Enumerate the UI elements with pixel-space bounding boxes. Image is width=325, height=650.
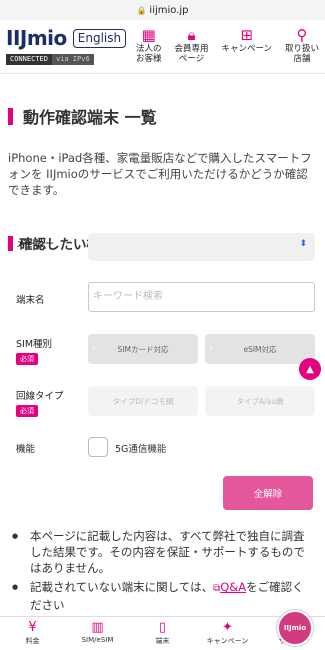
sim-label: SIM種別 [16, 339, 53, 350]
page-top-icon[interactable]: ▲ [299, 358, 321, 380]
5g-label[interactable]: 5G通信機能 [115, 441, 166, 455]
sim-card-option[interactable]: › SIMカード対応 [88, 334, 198, 364]
brand: IIJmio English CONNECTED via IPv6 [6, 26, 127, 65]
type-a-option[interactable]: › タイプA/au網 [205, 386, 315, 416]
intro-text: iPhone・iPad各種、家電量販店などで購入したスマートフォンを IIJmi… [8, 151, 312, 197]
maker-select[interactable]: ⬍ [88, 233, 315, 261]
english-button[interactable]: English [72, 28, 127, 48]
header-nav: ▦ 法人の お客様 🔒︎ 会員専用 ページ ⊞ キャンペーン ⚲ 取り扱い 店舗 [126, 26, 319, 64]
note-item: 本ページに記載した内容は、すべて弊社で独自に調査した結果です。その内容を保証・サ… [12, 528, 315, 576]
nav-corporate[interactable]: ▦ 法人の お客様 [136, 26, 162, 64]
bottom-nav-price[interactable]: ¥ 料金 [8, 620, 58, 646]
yen-icon: ¥ [28, 620, 37, 635]
notes-list: 本ページに記載した内容は、すべて弊社で独自に調査した結果です。その内容を保証・サ… [12, 528, 315, 616]
bottom-nav-device[interactable]: ▯ 端末 [138, 620, 188, 646]
esim-option[interactable]: › eSIM対応 [205, 334, 315, 364]
title-accent-bar [8, 107, 13, 125]
required-badge: 必須 [16, 405, 38, 417]
sparkle-icon: ✦ [222, 620, 233, 635]
chevron-right-icon: › [92, 396, 96, 406]
device-label: 端末名 [16, 295, 45, 306]
required-badge: 必須 [16, 353, 38, 365]
bottom-nav-campaign[interactable]: ✦ キャンペーン [203, 620, 253, 646]
select-chevron-icon: ⬍ [299, 239, 307, 249]
iijmio-logo[interactable]: IIJmio [6, 26, 67, 50]
lock-icon: 🔒 [136, 5, 147, 15]
sim-icon: ▥ [91, 620, 104, 635]
bottom-nav-sim[interactable]: ▥ SIM/eSIM [73, 620, 123, 644]
maker-label: メーカー [16, 239, 55, 250]
nav-member[interactable]: 🔒︎ 会員専用 ページ [174, 26, 208, 64]
type-d-option[interactable]: › タイプD/ドコモ網 [88, 386, 198, 416]
chevron-right-icon: › [209, 344, 213, 354]
nav-campaign[interactable]: ⊞ キャンペーン [221, 26, 272, 64]
phone-icon: ▯ [158, 620, 167, 635]
device-search-input[interactable]: キーワード検索 [88, 282, 315, 312]
map-pin-icon: ⚲ [296, 26, 308, 44]
line-type-label: 回線タイプ [16, 391, 64, 402]
note-item: 記載されていない端末に関しては、⧉Q&Aをご確認ください [12, 579, 315, 613]
site-header: IIJmio English CONNECTED via IPv6 ▦ 法人の … [0, 20, 325, 74]
browser-url-bar[interactable]: 🔒 iijmio.jp [0, 0, 325, 20]
main-content: 動作確認端末 一覧 iPhone・iPad各種、家電量販店などで購入したスマート… [0, 104, 325, 253]
section-accent-bar [8, 235, 13, 251]
ipv6-badge: CONNECTED via IPv6 [6, 54, 126, 65]
url-text: iijmio.jp [149, 4, 189, 16]
page-title: 動作確認端末 一覧 [8, 104, 317, 128]
chevron-right-icon: › [209, 396, 213, 406]
bottom-nav: ¥ 料金 ▥ SIM/eSIM ▯ 端末 ✦ キャンペーン ☊ サポート [0, 616, 325, 650]
building-icon: ▦ [141, 26, 156, 44]
chevron-right-icon: › [92, 344, 96, 354]
lock-icon: 🔒︎ [187, 26, 196, 44]
nav-stores[interactable]: ⚲ 取り扱い 店舗 [285, 26, 319, 64]
5g-checkbox[interactable] [88, 437, 108, 457]
qa-link[interactable]: Q&A [220, 580, 246, 594]
gift-icon: ⊞ [240, 26, 254, 44]
chat-button[interactable]: IIJmio [277, 610, 313, 646]
clear-all-button[interactable]: 全解除 [223, 476, 313, 510]
feature-label: 機能 [16, 444, 36, 455]
